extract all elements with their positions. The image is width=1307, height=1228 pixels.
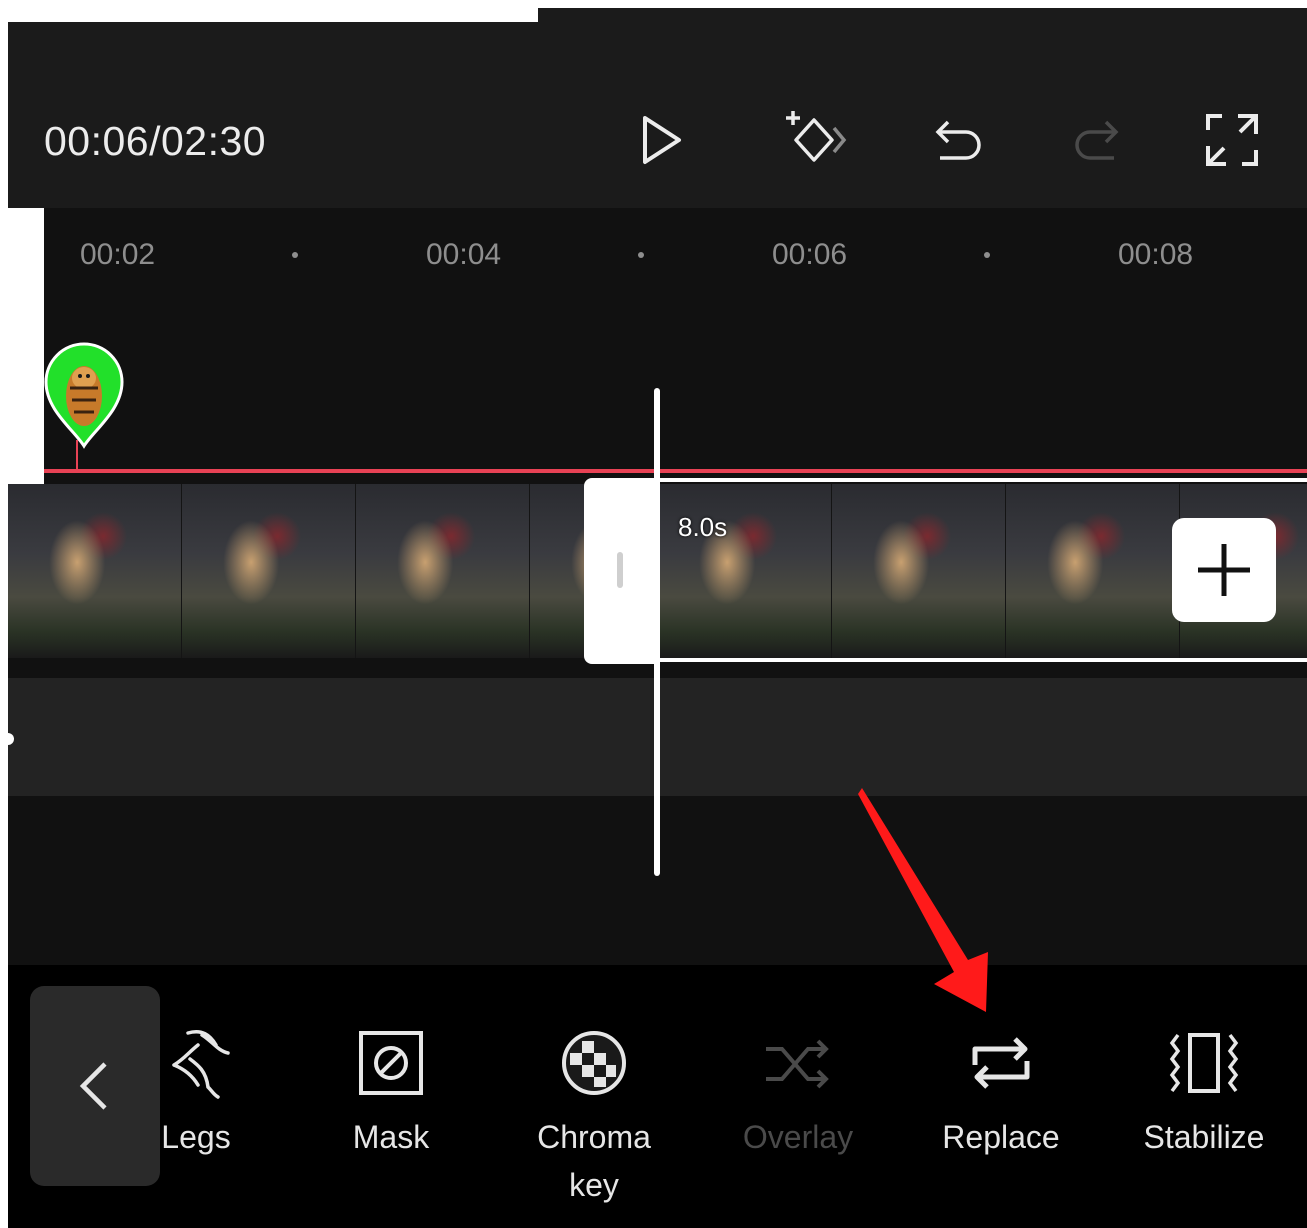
legs-icon [172,1030,230,1099]
ruler-dot [638,252,644,258]
clip-thumbnail [356,484,530,658]
stabilize-icon [1169,1033,1239,1093]
playhead[interactable] [654,388,660,876]
tool-mask[interactable]: Mask [306,1025,476,1161]
fullscreen-icon [1206,114,1258,166]
tool-stabilize[interactable]: Stabilize [1119,1025,1289,1161]
add-keyframe-icon [786,111,847,162]
tool-replace[interactable]: Replace [916,1025,1086,1161]
tool-overlay[interactable]: Overlay [713,1025,883,1161]
undo-icon [935,120,981,160]
add-keyframe-button[interactable] [774,98,858,182]
fullscreen-button[interactable] [1190,98,1274,182]
clip-duration: 8.0s [678,512,728,542]
ruler-label: 00:06 [772,238,848,271]
redo-button[interactable] [1054,98,1138,182]
tool-chroma-key[interactable]: Chroma key [509,1025,679,1209]
tool-label: Overlay [742,1119,854,1155]
tool-label: Stabilize [1143,1119,1265,1155]
trim-grip [617,552,623,588]
play-button[interactable] [617,98,701,182]
add-clip-button[interactable] [1172,518,1276,622]
overlay-icon [766,1039,829,1089]
tool-label: Chroma key [537,1119,651,1203]
chevron-left-icon [79,1062,107,1110]
ruler-label: 00:04 [426,238,502,271]
audio-marker [2,733,14,745]
timecode: 00:06/02:30 [44,118,267,164]
tiger-sticker[interactable] [44,338,124,450]
tool-label: Mask [352,1119,430,1155]
ruler-label: 00:08 [1118,238,1194,271]
tool-label: Legs [161,1119,231,1155]
play-icon [643,116,681,164]
sticker-connector [76,440,78,470]
undo-button[interactable] [916,98,1000,182]
replace-icon [972,1037,1030,1089]
annotation-arrow [858,788,988,1012]
video-clip-left[interactable] [8,484,584,658]
clip-thumbnail [182,484,356,658]
ruler-dot [292,252,298,258]
tool-label: Replace [942,1119,1060,1155]
back-button[interactable] [30,986,160,1186]
mask-icon [359,1031,423,1095]
clip-thumbnail [530,484,584,658]
ruler-dot [984,252,990,258]
chroma-key-icon [562,1031,626,1095]
redo-icon [1075,120,1119,160]
ruler-label: 00:02 [80,238,156,271]
clip-thumbnail [8,484,182,658]
overlay-track-line [44,469,1307,473]
plus-icon [1198,544,1250,596]
